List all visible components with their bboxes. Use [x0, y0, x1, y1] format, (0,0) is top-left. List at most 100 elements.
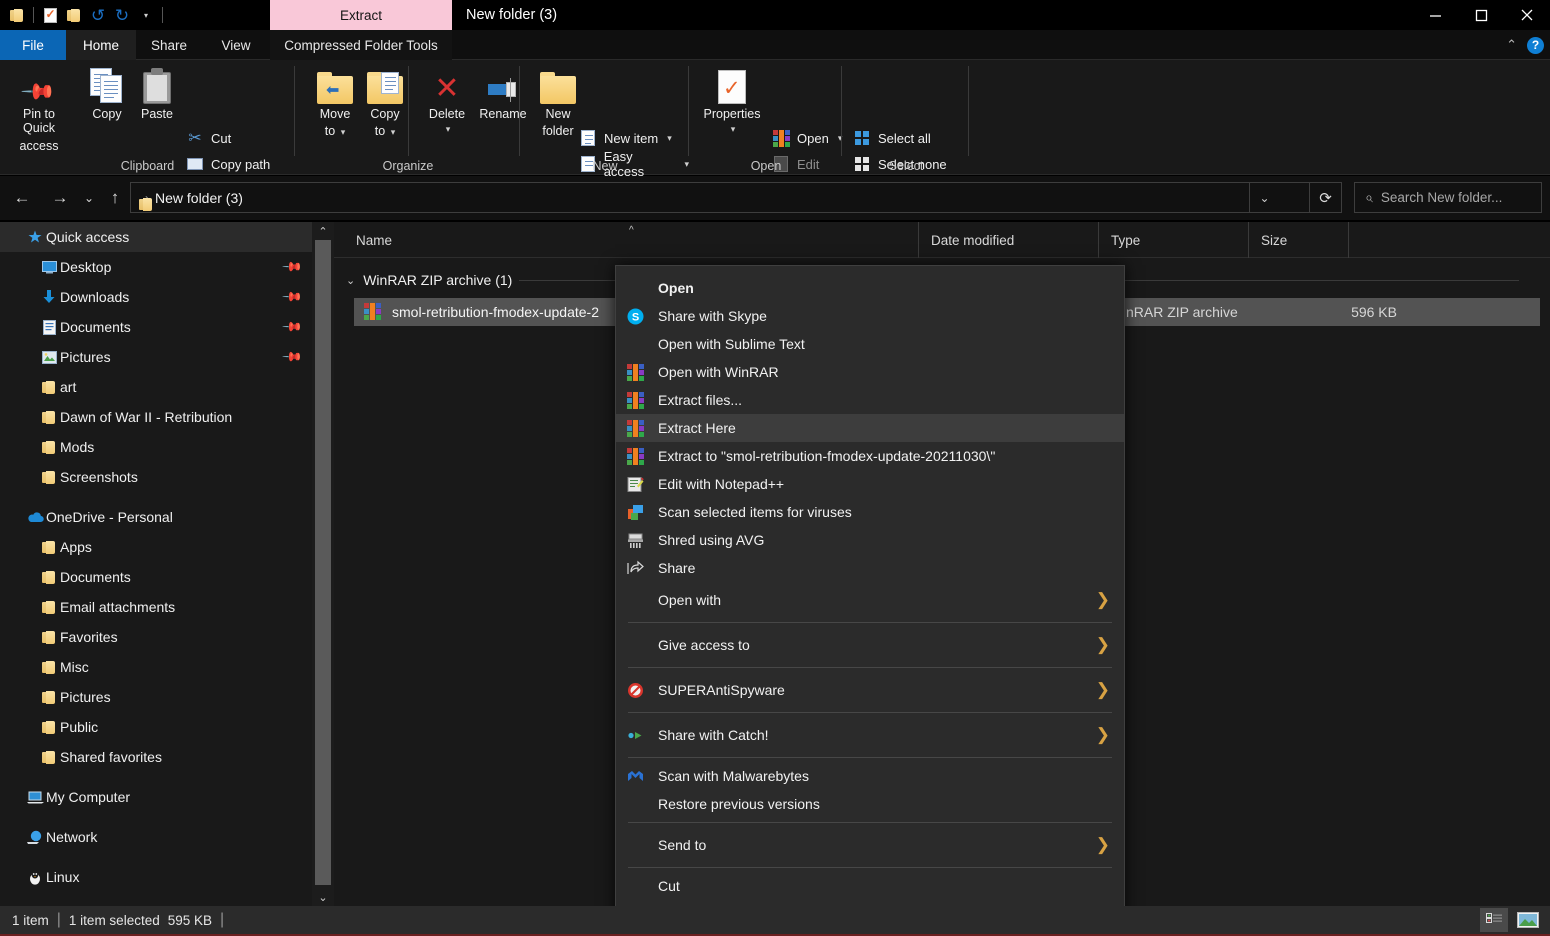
sidebar-item-email-attachments[interactable]: Email attachments [0, 592, 312, 622]
qat-folder-icon[interactable] [6, 0, 28, 30]
pin-icon[interactable]: 📌 [281, 256, 303, 279]
pin-icon[interactable]: 📌 [281, 286, 303, 309]
pin-icon[interactable]: 📌 [281, 316, 303, 339]
sidebar-item-documents[interactable]: Documents 📌 [0, 312, 312, 342]
context-menu-separator [628, 822, 1112, 823]
context-menu-item-share-with-skype[interactable]: S Share with Skype [616, 302, 1124, 330]
sidebar-item-public[interactable]: Public [0, 712, 312, 742]
sidebar-item-desktop[interactable]: Desktop 📌 [0, 252, 312, 282]
sidebar-item-documents-onedrive[interactable]: Documents [0, 562, 312, 592]
sidebar-item-my-computer[interactable]: My Computer [0, 782, 312, 812]
properties-caret-icon[interactable]: ▾ [731, 124, 736, 134]
context-menu-item-open-with[interactable]: Open with ❯ [616, 582, 1124, 618]
address-dropdown-icon[interactable]: ⌄ [1249, 183, 1279, 212]
navigation-pane-scrollbar[interactable]: ⌃ ⌄ [312, 222, 334, 906]
sidebar-item-pictures[interactable]: Pictures 📌 [0, 342, 312, 372]
select-all-icon [853, 129, 871, 147]
select-all-button[interactable]: Select all [853, 126, 931, 150]
new-item-button[interactable]: New item ▾ [579, 126, 672, 150]
column-header-date-modified[interactable]: Date modified [918, 222, 1098, 258]
context-menu-item-open-with-winrar[interactable]: Open with WinRAR [616, 358, 1124, 386]
context-menu-item-extract-files[interactable]: Extract files... [616, 386, 1124, 414]
qat-undo-icon[interactable]: ↺ [87, 0, 109, 30]
close-button[interactable] [1504, 0, 1550, 30]
refresh-icon[interactable]: ⟳ [1309, 183, 1341, 212]
context-menu-item-shred-using-avg[interactable]: Shred using AVG [616, 526, 1124, 554]
context-menu-item-send-to[interactable]: Send to ❯ [616, 827, 1124, 863]
context-menu-item-scan-for-viruses[interactable]: Scan selected items for viruses [616, 498, 1124, 526]
sidebar-item-screenshots[interactable]: Screenshots [0, 462, 312, 492]
qat-properties-icon[interactable] [39, 0, 61, 30]
context-menu-item-cut[interactable]: Cut [616, 872, 1124, 900]
help-icon[interactable]: ? [1527, 36, 1544, 54]
column-header-name[interactable]: Name ^ [334, 222, 918, 258]
paste-button[interactable]: Paste [124, 64, 190, 121]
sidebar-item-art[interactable]: art [0, 372, 312, 402]
sidebar-item-dawn-of-war-ii-retribution[interactable]: Dawn of War II - Retribution [0, 402, 312, 432]
pin-to-quick-access-button[interactable]: 📌 Pin to Quick access [6, 64, 72, 153]
cut-button[interactable]: ✂ Cut [186, 126, 231, 150]
context-menu-item-open[interactable]: Open [616, 274, 1124, 302]
tab-home[interactable]: Home [66, 30, 136, 60]
thumbnails-view-button[interactable] [1514, 908, 1542, 932]
sidebar-item-apps[interactable]: Apps [0, 532, 312, 562]
context-menu-item-edit-with-notepadpp[interactable]: Edit with Notepad++ [616, 470, 1124, 498]
context-menu-item-share[interactable]: Share [616, 554, 1124, 582]
minimize-button[interactable] [1412, 0, 1458, 30]
search-box[interactable]: ⌕ Search New folder... [1354, 182, 1542, 213]
status-selection: 1 item selected [68, 912, 160, 928]
scroll-up-arrow-icon[interactable]: ⌃ [312, 222, 334, 240]
open-button[interactable]: Open ▾ [772, 126, 842, 150]
column-header-size[interactable]: Size [1248, 222, 1348, 258]
breadcrumb-current[interactable]: New folder (3) [155, 190, 243, 206]
sidebar-label: Network [46, 829, 98, 845]
group-label-clipboard: Clipboard [120, 159, 175, 173]
new-item-caret-icon[interactable]: ▾ [667, 133, 672, 144]
submenu-arrow-icon: ❯ [1095, 635, 1110, 654]
up-button[interactable]: ↑ [102, 182, 128, 214]
column-header-type[interactable]: Type [1098, 222, 1248, 258]
qat-redo-icon[interactable]: ↻ [111, 0, 133, 30]
sidebar-item-mods[interactable]: Mods [0, 432, 312, 462]
delete-caret-icon[interactable]: ▾ [446, 124, 451, 134]
tab-view[interactable]: View [202, 30, 270, 60]
properties-button[interactable]: ✓ Properties ▾ [694, 64, 770, 135]
sidebar-item-misc[interactable]: Misc [0, 652, 312, 682]
context-menu-item-restore-previous-versions[interactable]: Restore previous versions [616, 790, 1124, 818]
recent-locations-button[interactable]: ⌄ [78, 182, 100, 214]
sidebar-item-quick-access[interactable]: Quick access [0, 222, 312, 252]
context-menu-item-extract-to-folder[interactable]: Extract to "smol-retribution-fmodex-upda… [616, 442, 1124, 470]
chevron-down-icon[interactable]: ⌄ [346, 274, 355, 287]
sidebar-item-onedrive-personal[interactable]: OneDrive - Personal [0, 502, 312, 532]
context-menu-item-give-access-to[interactable]: Give access to ❯ [616, 627, 1124, 663]
scrollbar-thumb[interactable] [315, 240, 331, 885]
sidebar-item-favorites[interactable]: Favorites [0, 622, 312, 652]
address-bar[interactable]: › New folder (3) ⌄ ⟳ [130, 182, 1342, 213]
details-view-button[interactable] [1480, 908, 1508, 932]
context-menu-item-superantispyware[interactable]: SUPERAntiSpyware ❯ [616, 672, 1124, 708]
forward-button[interactable]: → [46, 182, 74, 214]
qat-customize-caret-icon[interactable]: ▾ [135, 0, 157, 30]
navigation-pane: Quick access Desktop 📌 Downloads 📌 Docum… [0, 222, 312, 906]
context-menu-item-open-with-sublime-text[interactable]: Open with Sublime Text [616, 330, 1124, 358]
context-menu-item-scan-with-malwarebytes[interactable]: Scan with Malwarebytes [616, 762, 1124, 790]
tab-file[interactable]: File [0, 30, 66, 60]
context-menu-item-share-with-catch[interactable]: Share with Catch! ❯ [616, 717, 1124, 753]
pin-icon[interactable]: 📌 [281, 346, 303, 369]
sidebar-item-downloads[interactable]: Downloads 📌 [0, 282, 312, 312]
group-header-winrar-zip-archive[interactable]: ⌄ WinRAR ZIP archive (1) [346, 266, 512, 294]
back-button[interactable]: ← [8, 182, 36, 214]
tab-share[interactable]: Share [136, 30, 202, 60]
scroll-down-arrow-icon[interactable]: ⌄ [312, 888, 334, 906]
contextual-tab-extract[interactable]: Extract [270, 0, 452, 30]
sidebar-item-shared-favorites[interactable]: Shared favorites [0, 742, 312, 772]
collapse-ribbon-icon[interactable]: ⌃ [1506, 37, 1517, 53]
context-menu-item-extract-here[interactable]: Extract Here [616, 414, 1124, 442]
sidebar-item-pictures-onedrive[interactable]: Pictures [0, 682, 312, 712]
sidebar-item-network[interactable]: Network [0, 822, 312, 852]
tab-compressed-folder-tools[interactable]: Compressed Folder Tools [270, 30, 452, 60]
qat-new-folder-icon[interactable] [63, 0, 85, 30]
sidebar-item-linux[interactable]: Linux [0, 862, 312, 892]
maximize-button[interactable] [1458, 0, 1504, 30]
pictures-icon [38, 350, 60, 364]
